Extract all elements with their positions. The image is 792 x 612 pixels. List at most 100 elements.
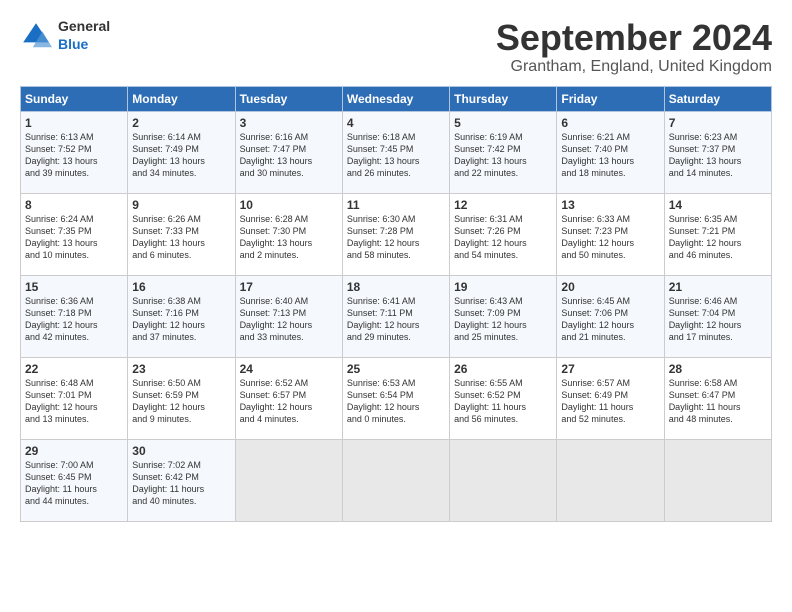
day-number: 24 bbox=[240, 362, 338, 376]
day-number: 26 bbox=[454, 362, 552, 376]
col-monday: Monday bbox=[128, 86, 235, 111]
calendar-cell: 6Sunrise: 6:21 AM Sunset: 7:40 PM Daylig… bbox=[557, 111, 664, 193]
day-number: 25 bbox=[347, 362, 445, 376]
month-title: September 2024 bbox=[496, 18, 772, 58]
calendar-cell: 23Sunrise: 6:50 AM Sunset: 6:59 PM Dayli… bbox=[128, 357, 235, 439]
day-number: 11 bbox=[347, 198, 445, 212]
calendar-cell bbox=[235, 439, 342, 521]
logo-text: General Blue bbox=[58, 18, 110, 54]
cell-info: Sunrise: 6:48 AM Sunset: 7:01 PM Dayligh… bbox=[25, 377, 123, 426]
cell-info: Sunrise: 6:45 AM Sunset: 7:06 PM Dayligh… bbox=[561, 295, 659, 344]
calendar-cell: 8Sunrise: 6:24 AM Sunset: 7:35 PM Daylig… bbox=[21, 193, 128, 275]
calendar-cell: 21Sunrise: 6:46 AM Sunset: 7:04 PM Dayli… bbox=[664, 275, 771, 357]
header-area: General Blue September 2024 Grantham, En… bbox=[20, 18, 772, 76]
calendar-cell: 17Sunrise: 6:40 AM Sunset: 7:13 PM Dayli… bbox=[235, 275, 342, 357]
cell-info: Sunrise: 6:36 AM Sunset: 7:18 PM Dayligh… bbox=[25, 295, 123, 344]
cell-info: Sunrise: 6:18 AM Sunset: 7:45 PM Dayligh… bbox=[347, 131, 445, 180]
calendar-cell: 25Sunrise: 6:53 AM Sunset: 6:54 PM Dayli… bbox=[342, 357, 449, 439]
calendar-cell bbox=[557, 439, 664, 521]
cell-info: Sunrise: 6:14 AM Sunset: 7:49 PM Dayligh… bbox=[132, 131, 230, 180]
cell-info: Sunrise: 6:57 AM Sunset: 6:49 PM Dayligh… bbox=[561, 377, 659, 426]
calendar-cell: 29Sunrise: 7:00 AM Sunset: 6:45 PM Dayli… bbox=[21, 439, 128, 521]
calendar-cell: 11Sunrise: 6:30 AM Sunset: 7:28 PM Dayli… bbox=[342, 193, 449, 275]
calendar-cell bbox=[664, 439, 771, 521]
calendar-cell: 28Sunrise: 6:58 AM Sunset: 6:47 PM Dayli… bbox=[664, 357, 771, 439]
calendar-table: Sunday Monday Tuesday Wednesday Thursday… bbox=[20, 86, 772, 522]
day-number: 19 bbox=[454, 280, 552, 294]
col-sunday: Sunday bbox=[21, 86, 128, 111]
calendar-cell: 30Sunrise: 7:02 AM Sunset: 6:42 PM Dayli… bbox=[128, 439, 235, 521]
title-area: September 2024 Grantham, England, United… bbox=[496, 18, 772, 76]
col-saturday: Saturday bbox=[664, 86, 771, 111]
calendar-cell: 14Sunrise: 6:35 AM Sunset: 7:21 PM Dayli… bbox=[664, 193, 771, 275]
calendar-cell: 22Sunrise: 6:48 AM Sunset: 7:01 PM Dayli… bbox=[21, 357, 128, 439]
col-friday: Friday bbox=[557, 86, 664, 111]
day-number: 3 bbox=[240, 116, 338, 130]
logo-blue: Blue bbox=[58, 36, 88, 52]
cell-info: Sunrise: 6:46 AM Sunset: 7:04 PM Dayligh… bbox=[669, 295, 767, 344]
calendar-body: 1Sunrise: 6:13 AM Sunset: 7:52 PM Daylig… bbox=[21, 111, 772, 521]
day-number: 6 bbox=[561, 116, 659, 130]
cell-info: Sunrise: 6:30 AM Sunset: 7:28 PM Dayligh… bbox=[347, 213, 445, 262]
cell-info: Sunrise: 6:28 AM Sunset: 7:30 PM Dayligh… bbox=[240, 213, 338, 262]
location-subtitle: Grantham, England, United Kingdom bbox=[496, 58, 772, 76]
col-wednesday: Wednesday bbox=[342, 86, 449, 111]
calendar-cell bbox=[342, 439, 449, 521]
day-number: 5 bbox=[454, 116, 552, 130]
day-number: 29 bbox=[25, 444, 123, 458]
calendar-week-1: 8Sunrise: 6:24 AM Sunset: 7:35 PM Daylig… bbox=[21, 193, 772, 275]
day-number: 13 bbox=[561, 198, 659, 212]
day-number: 23 bbox=[132, 362, 230, 376]
calendar-cell: 1Sunrise: 6:13 AM Sunset: 7:52 PM Daylig… bbox=[21, 111, 128, 193]
calendar-cell: 24Sunrise: 6:52 AM Sunset: 6:57 PM Dayli… bbox=[235, 357, 342, 439]
day-number: 14 bbox=[669, 198, 767, 212]
day-number: 7 bbox=[669, 116, 767, 130]
logo: General Blue bbox=[20, 18, 110, 54]
day-number: 20 bbox=[561, 280, 659, 294]
calendar-cell: 12Sunrise: 6:31 AM Sunset: 7:26 PM Dayli… bbox=[450, 193, 557, 275]
page: General Blue September 2024 Grantham, En… bbox=[0, 0, 792, 534]
day-number: 4 bbox=[347, 116, 445, 130]
logo-general: General bbox=[58, 18, 110, 34]
calendar-cell: 3Sunrise: 6:16 AM Sunset: 7:47 PM Daylig… bbox=[235, 111, 342, 193]
calendar-cell: 27Sunrise: 6:57 AM Sunset: 6:49 PM Dayli… bbox=[557, 357, 664, 439]
cell-info: Sunrise: 6:52 AM Sunset: 6:57 PM Dayligh… bbox=[240, 377, 338, 426]
cell-info: Sunrise: 6:19 AM Sunset: 7:42 PM Dayligh… bbox=[454, 131, 552, 180]
col-tuesday: Tuesday bbox=[235, 86, 342, 111]
calendar-cell: 13Sunrise: 6:33 AM Sunset: 7:23 PM Dayli… bbox=[557, 193, 664, 275]
header-row: Sunday Monday Tuesday Wednesday Thursday… bbox=[21, 86, 772, 111]
day-number: 17 bbox=[240, 280, 338, 294]
calendar-cell: 5Sunrise: 6:19 AM Sunset: 7:42 PM Daylig… bbox=[450, 111, 557, 193]
day-number: 18 bbox=[347, 280, 445, 294]
cell-info: Sunrise: 6:50 AM Sunset: 6:59 PM Dayligh… bbox=[132, 377, 230, 426]
day-number: 2 bbox=[132, 116, 230, 130]
logo-icon bbox=[20, 20, 52, 52]
calendar-week-3: 22Sunrise: 6:48 AM Sunset: 7:01 PM Dayli… bbox=[21, 357, 772, 439]
calendar-week-0: 1Sunrise: 6:13 AM Sunset: 7:52 PM Daylig… bbox=[21, 111, 772, 193]
cell-info: Sunrise: 6:53 AM Sunset: 6:54 PM Dayligh… bbox=[347, 377, 445, 426]
cell-info: Sunrise: 6:24 AM Sunset: 7:35 PM Dayligh… bbox=[25, 213, 123, 262]
calendar-cell bbox=[450, 439, 557, 521]
day-number: 30 bbox=[132, 444, 230, 458]
cell-info: Sunrise: 6:13 AM Sunset: 7:52 PM Dayligh… bbox=[25, 131, 123, 180]
calendar-cell: 4Sunrise: 6:18 AM Sunset: 7:45 PM Daylig… bbox=[342, 111, 449, 193]
calendar-cell: 26Sunrise: 6:55 AM Sunset: 6:52 PM Dayli… bbox=[450, 357, 557, 439]
cell-info: Sunrise: 7:02 AM Sunset: 6:42 PM Dayligh… bbox=[132, 459, 230, 508]
day-number: 22 bbox=[25, 362, 123, 376]
calendar-cell: 20Sunrise: 6:45 AM Sunset: 7:06 PM Dayli… bbox=[557, 275, 664, 357]
day-number: 28 bbox=[669, 362, 767, 376]
cell-info: Sunrise: 6:43 AM Sunset: 7:09 PM Dayligh… bbox=[454, 295, 552, 344]
calendar-cell: 10Sunrise: 6:28 AM Sunset: 7:30 PM Dayli… bbox=[235, 193, 342, 275]
cell-info: Sunrise: 6:33 AM Sunset: 7:23 PM Dayligh… bbox=[561, 213, 659, 262]
cell-info: Sunrise: 6:38 AM Sunset: 7:16 PM Dayligh… bbox=[132, 295, 230, 344]
calendar-cell: 2Sunrise: 6:14 AM Sunset: 7:49 PM Daylig… bbox=[128, 111, 235, 193]
cell-info: Sunrise: 6:16 AM Sunset: 7:47 PM Dayligh… bbox=[240, 131, 338, 180]
cell-info: Sunrise: 6:26 AM Sunset: 7:33 PM Dayligh… bbox=[132, 213, 230, 262]
cell-info: Sunrise: 6:35 AM Sunset: 7:21 PM Dayligh… bbox=[669, 213, 767, 262]
day-number: 16 bbox=[132, 280, 230, 294]
calendar-week-4: 29Sunrise: 7:00 AM Sunset: 6:45 PM Dayli… bbox=[21, 439, 772, 521]
cell-info: Sunrise: 6:31 AM Sunset: 7:26 PM Dayligh… bbox=[454, 213, 552, 262]
cell-info: Sunrise: 6:55 AM Sunset: 6:52 PM Dayligh… bbox=[454, 377, 552, 426]
day-number: 15 bbox=[25, 280, 123, 294]
calendar-cell: 18Sunrise: 6:41 AM Sunset: 7:11 PM Dayli… bbox=[342, 275, 449, 357]
